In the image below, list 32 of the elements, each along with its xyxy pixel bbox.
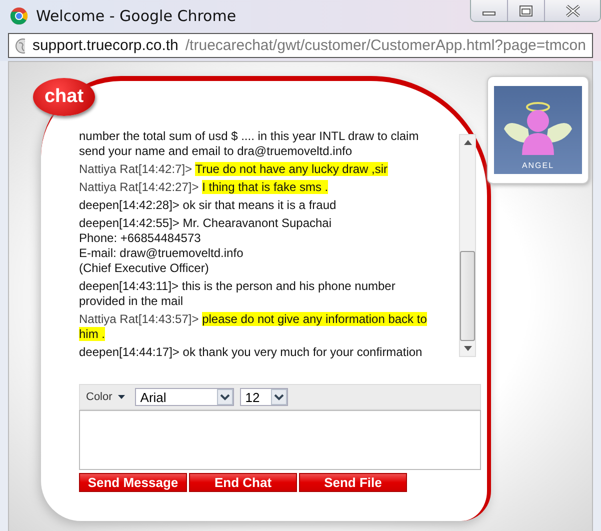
font-dropdown[interactable]: Arial: [135, 388, 234, 406]
size-dropdown[interactable]: 12: [240, 388, 288, 406]
chat-message: number the total sum of usd $ .... in this year INTL draw to claim send your name and email to dra@truemoveltd.info: [79, 129, 420, 159]
address-bar[interactable]: support.truecorp.co.th /truecarechat/gwt/customer/CustomerApp.html?page=tmcon: [8, 33, 593, 58]
chat-message: deepen[14:42:28]> ok sir that means it is a fraud: [79, 198, 338, 213]
chat-message: Nattiya Rat[14:43:57]> please do not give any information back to him .: [79, 312, 428, 342]
scroll-up-icon[interactable]: [464, 139, 472, 145]
globe-icon: [15, 38, 26, 54]
action-button[interactable]: Send File: [299, 473, 407, 492]
minimize-button[interactable]: [471, 0, 508, 21]
chat-message: deepen[14:42:55]> Mr. Chearavanont Supachai Phone: +66854484573 E-mail: draw@truemoveltd.info (Chief Executive Officer): [79, 216, 333, 276]
color-menu[interactable]: Color: [86, 391, 130, 403]
close-icon: [564, 4, 580, 16]
scrollbar[interactable]: [459, 134, 476, 357]
avatar-label: ANGEL: [522, 161, 554, 170]
url-path: /truecarechat/gwt/customer/CustomerApp.html?page=tmcon: [185, 37, 586, 54]
window-title: Welcome - Google Chrome: [36, 7, 236, 25]
action-button[interactable]: Send Message: [79, 473, 187, 492]
maximize-button[interactable]: [508, 0, 545, 21]
caret-icon: [118, 395, 126, 399]
chat-message: Nattiya Rat[14:42:27]> I thing that is fake sms .: [79, 180, 330, 195]
chat-message: Nattiya Rat[14:42:7]> True do not have any lucky draw ,sir: [79, 162, 388, 177]
scroll-down-icon[interactable]: [464, 346, 472, 352]
close-button[interactable]: [545, 0, 600, 21]
url-host: support.truecorp.co.th: [32, 37, 178, 54]
message-input[interactable]: [79, 410, 481, 470]
maximize-icon: [519, 4, 533, 16]
logo-text: chat: [44, 86, 84, 108]
action-button[interactable]: End Chat: [189, 473, 297, 492]
browser-logo-icon: [10, 7, 28, 25]
chat-message: deepen[14:44:17]> ok thank you very much for your confirmation: [79, 345, 424, 360]
scrollbar-thumb[interactable]: [460, 251, 475, 341]
